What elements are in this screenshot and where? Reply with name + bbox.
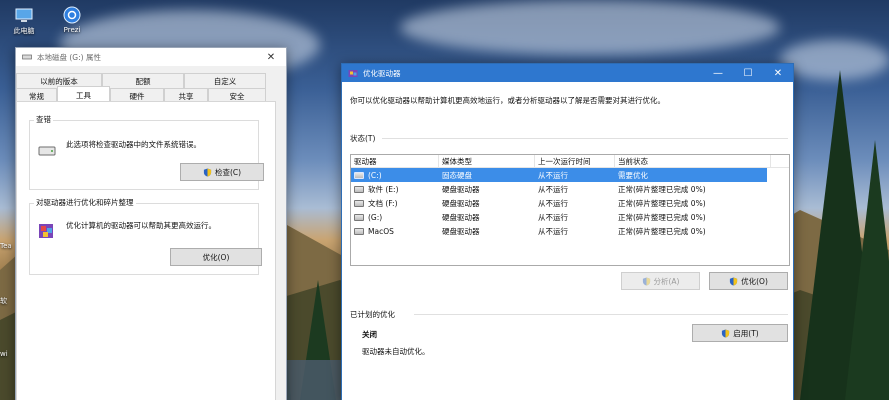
- drive-name: (G:): [368, 212, 383, 222]
- drive-name: MacOS: [368, 226, 394, 236]
- drive-list[interactable]: 驱动器 媒体类型 上一次运行时间 当前状态 (C:) 固态硬盘 从不运行 需要优…: [350, 154, 790, 266]
- properties-title: 本地磁盘 (G:) 属性: [37, 52, 101, 62]
- drive-cell: MacOS: [351, 227, 439, 236]
- optimize-drives-window: 优化驱动器 — ☐ ✕ 你可以优化驱动器以帮助计算机更高效地运行，或者分析驱动器…: [341, 63, 794, 400]
- tools-tab-panel: 查错 此选项将检查驱动器中的文件系统错误。 检查(C) 对驱动器进行优化和碎片整…: [16, 101, 276, 400]
- last-run-cell: 从不运行: [538, 184, 568, 194]
- last-run-cell: 从不运行: [538, 170, 568, 180]
- drive-cell: 文档 (F:): [351, 198, 439, 209]
- drive-icon: [354, 227, 364, 235]
- close-icon[interactable]: ✕: [763, 64, 793, 82]
- drive-icon: [22, 54, 32, 60]
- column-header-drive[interactable]: 驱动器: [351, 155, 439, 167]
- optimize-description: 你可以优化驱动器以帮助计算机更高效地运行，或者分析驱动器以了解是否需要对其进行优…: [350, 96, 665, 105]
- drive-icon: [354, 213, 364, 221]
- column-header-last-run[interactable]: 上一次运行时间: [535, 155, 615, 167]
- optimize-button[interactable]: 优化(O): [170, 248, 262, 266]
- drive-list-header: 驱动器 媒体类型 上一次运行时间 当前状态: [351, 155, 789, 168]
- drive-cell: (C:): [351, 171, 439, 180]
- check-button-label: 检查(C): [214, 167, 242, 177]
- status-label: 状态(T): [350, 134, 376, 143]
- optimize-titlebar: 优化驱动器 — ☐ ✕: [342, 64, 793, 82]
- table-row[interactable]: (G:) 硬盘驱动器 从不运行 正常(碎片整理已完成 0%): [351, 210, 789, 224]
- desktop-edge-label: Tea: [0, 242, 12, 250]
- analyze-button[interactable]: 分析(A): [621, 272, 700, 290]
- computer-icon: [14, 6, 34, 24]
- optimize-group: 对驱动器进行优化和碎片整理 优化计算机的驱动器可以帮助其更高效运行。 优化(O): [29, 197, 262, 275]
- drive-name: (C:): [368, 170, 382, 180]
- tab-customize[interactable]: 自定义: [184, 73, 266, 88]
- hard-drive-icon: [38, 146, 56, 156]
- column-header-status[interactable]: 当前状态: [615, 155, 771, 167]
- scheduled-optimization-label: 已计划的优化: [350, 310, 395, 319]
- optimize-group-title: 对驱动器进行优化和碎片整理: [34, 197, 136, 208]
- optimize-group-description: 优化计算机的驱动器可以帮助其更高效运行。: [66, 221, 216, 230]
- defrag-icon: [39, 224, 53, 238]
- tab-quota[interactable]: 配额: [102, 73, 184, 88]
- uac-shield-icon: [722, 328, 730, 338]
- uac-shield-icon: [642, 276, 650, 286]
- status-cell: 正常(碎片整理已完成 0%): [618, 212, 706, 222]
- drive-name: 文档 (F:): [368, 198, 398, 208]
- desktop-icon-this-pc[interactable]: 此电脑: [4, 6, 44, 36]
- desktop-icon-prezi[interactable]: Prezi: [52, 6, 92, 34]
- error-check-group: 查错 此选项将检查驱动器中的文件系统错误。 检查(C): [29, 114, 264, 190]
- divider: [414, 314, 788, 315]
- media-type-cell: 硬盘驱动器: [442, 226, 480, 236]
- error-check-title: 查错: [34, 114, 53, 125]
- drive-cell: (G:): [351, 213, 439, 222]
- desktop-icon-label: Prezi: [63, 26, 81, 34]
- status-cell: 正常(碎片整理已完成 0%): [618, 198, 706, 208]
- uac-shield-icon: [730, 276, 738, 286]
- drive-cell: 软件 (E:): [351, 184, 439, 195]
- scheduled-description: 驱动器未自动优化。: [362, 347, 430, 356]
- optimize-title: 优化驱动器: [363, 68, 401, 78]
- maximize-icon[interactable]: ☐: [733, 64, 763, 82]
- media-type-cell: 硬盘驱动器: [442, 184, 480, 194]
- table-row[interactable]: (C:) 固态硬盘 从不运行 需要优化: [351, 168, 767, 182]
- table-row[interactable]: 文档 (F:) 硬盘驱动器 从不运行 正常(碎片整理已完成 0%): [351, 196, 789, 210]
- last-run-cell: 从不运行: [538, 212, 568, 222]
- status-cell: 正常(碎片整理已完成 0%): [618, 226, 706, 236]
- last-run-cell: 从不运行: [538, 226, 568, 236]
- media-type-cell: 硬盘驱动器: [442, 212, 480, 222]
- drive-name: 软件 (E:): [368, 184, 399, 194]
- check-button[interactable]: 检查(C): [180, 163, 264, 181]
- desktop-icon-label: 此电脑: [13, 27, 35, 35]
- drive-icon: [354, 185, 364, 193]
- media-type-cell: 硬盘驱动器: [442, 198, 480, 208]
- defrag-icon: [348, 70, 358, 77]
- error-check-description: 此选项将检查驱动器中的文件系统错误。: [66, 140, 201, 149]
- properties-tabs-row-1: 以前的版本 配额 自定义: [16, 73, 266, 88]
- last-run-cell: 从不运行: [538, 198, 568, 208]
- media-type-cell: 固态硬盘: [442, 170, 472, 180]
- drive-icon: [354, 199, 364, 207]
- close-icon[interactable]: ✕: [256, 48, 286, 66]
- prezi-icon: [62, 6, 82, 24]
- optimize-drive-button[interactable]: 优化(O): [709, 272, 788, 290]
- enable-button-label: 启用(T): [733, 328, 759, 338]
- enable-button[interactable]: 启用(T): [692, 324, 788, 342]
- drive-icon: [354, 171, 364, 179]
- optimize-drive-button-label: 优化(O): [741, 276, 768, 286]
- table-row[interactable]: 软件 (E:) 硬盘驱动器 从不运行 正常(碎片整理已完成 0%): [351, 182, 789, 196]
- wallpaper-cloud: [400, 0, 780, 55]
- analyze-button-label: 分析(A): [653, 276, 680, 286]
- divider: [382, 138, 788, 139]
- properties-titlebar: 本地磁盘 (G:) 属性 ✕: [16, 48, 286, 66]
- desktop-edge-label: wi: [0, 350, 8, 358]
- status-cell: 需要优化: [618, 170, 648, 180]
- desktop-edge-label: 软: [0, 297, 7, 305]
- minimize-icon[interactable]: —: [703, 64, 733, 82]
- column-header-media-type[interactable]: 媒体类型: [439, 155, 535, 167]
- scheduled-state: 关闭: [362, 330, 377, 339]
- status-cell: 正常(碎片整理已完成 0%): [618, 184, 706, 194]
- wallpaper-tree: [845, 140, 889, 400]
- uac-shield-icon: [203, 167, 212, 177]
- table-row[interactable]: MacOS 硬盘驱动器 从不运行 正常(碎片整理已完成 0%): [351, 224, 789, 238]
- wallpaper-lake: [280, 360, 350, 400]
